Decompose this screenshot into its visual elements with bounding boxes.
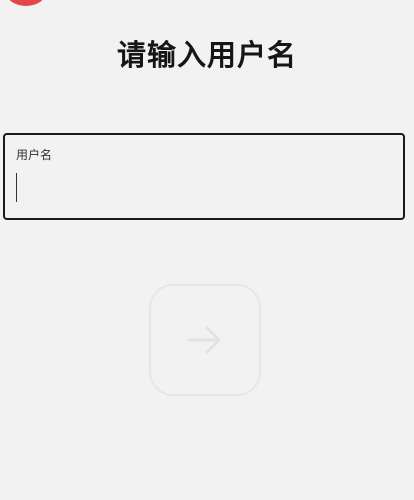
text-cursor	[16, 173, 17, 202]
arrow-right-icon	[187, 326, 221, 354]
username-input[interactable]	[15, 171, 391, 203]
username-field[interactable]: 用户名	[3, 133, 405, 220]
page-title: 请输入用户名	[116, 38, 297, 72]
next-button[interactable]	[149, 284, 261, 396]
avatar-badge	[6, 0, 46, 6]
username-label: 用户名	[16, 148, 53, 162]
